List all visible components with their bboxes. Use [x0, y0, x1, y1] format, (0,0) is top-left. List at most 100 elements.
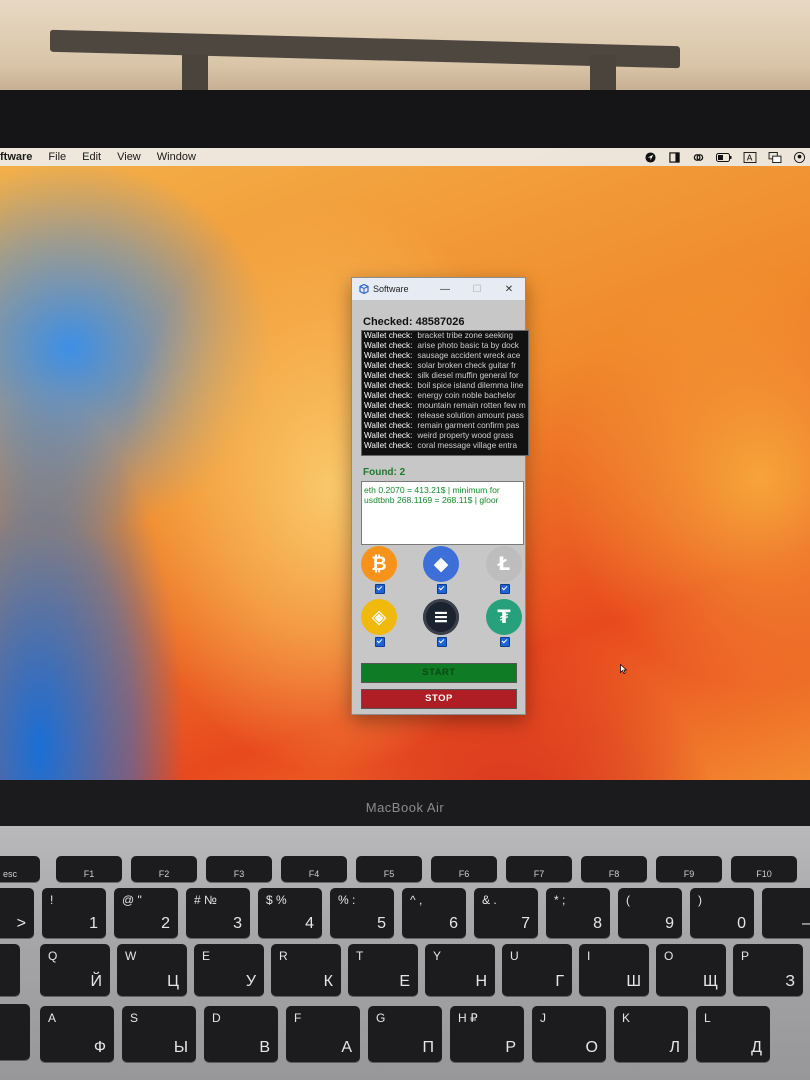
key: EУ — [194, 944, 264, 996]
solana-icon[interactable]: ≡ — [423, 599, 459, 635]
key: LД — [696, 1006, 770, 1062]
key: H ₽ Р — [450, 1006, 524, 1062]
log-row-value: arise photo basic ta by dock — [417, 341, 519, 350]
log-row: Wallet check: weird property wood grass — [362, 431, 528, 441]
tether-checkbox[interactable] — [500, 637, 510, 647]
key: <> — [0, 888, 34, 938]
key: OЩ — [656, 944, 726, 996]
found-results-box[interactable]: eth 0.2070 = 413.21$ | minimum for usdtb… — [361, 481, 524, 545]
log-row: Wallet check: bracket tribe zone seeking — [362, 331, 528, 341]
bnb-icon[interactable]: ◈ — [361, 599, 397, 635]
function-key: F9 — [656, 856, 722, 882]
log-row: Wallet check: coral message village entra — [362, 441, 528, 451]
log-row-label: Wallet check: — [364, 421, 413, 430]
device-brand: MacBook Air — [365, 800, 445, 815]
key: * ; 8 — [546, 888, 610, 938]
ethereum-icon[interactable]: ◆ — [423, 546, 459, 582]
log-row-label: Wallet check: — [364, 391, 413, 400]
log-row-value: remain garment confirm pas — [417, 421, 520, 430]
tether-icon[interactable]: ₮ — [486, 599, 522, 635]
log-row: Wallet check: solar broken check guitar f… — [362, 361, 528, 371]
litecoin-checkbox[interactable] — [500, 584, 510, 594]
keyboard-input-icon[interactable]: A — [743, 151, 757, 163]
key: QЙ — [40, 944, 110, 996]
function-key: F2 — [131, 856, 197, 882]
mouse-pointer-icon — [620, 664, 627, 674]
window-title: Software — [373, 284, 409, 294]
log-row-label: Wallet check: — [364, 381, 413, 390]
log-row-label: Wallet check: — [364, 331, 413, 340]
key: ! 1 — [42, 888, 106, 938]
log-row-label: Wallet check: — [364, 341, 413, 350]
bitcoin-icon[interactable]: ₿ — [361, 546, 397, 582]
caps-key — [0, 1004, 30, 1060]
key: # № 3 — [186, 888, 250, 938]
window-titlebar[interactable]: Software — ☐ ✕ — [352, 278, 525, 300]
macos-menu-bar: ftware File Edit View Window A — [0, 148, 810, 166]
window-controls: — ☐ ✕ — [429, 284, 525, 295]
start-button[interactable]: START — [361, 663, 517, 683]
key: ) 0 — [690, 888, 754, 938]
log-row: Wallet check: remain garment confirm pas — [362, 421, 528, 431]
key: @ " 2 — [114, 888, 178, 938]
key: DВ — [204, 1006, 278, 1062]
key: TЕ — [348, 944, 418, 996]
ethereum-checkbox[interactable] — [437, 584, 447, 594]
maximize-button[interactable]: ☐ — [461, 284, 493, 295]
close-button[interactable]: ✕ — [493, 284, 525, 295]
log-row-value: silk diesel muffin general for — [417, 371, 519, 380]
solana-checkbox[interactable] — [437, 637, 447, 647]
function-key: F10 — [731, 856, 797, 882]
log-row-value: bracket tribe zone seeking — [417, 331, 513, 340]
bnb-checkbox[interactable] — [375, 637, 385, 647]
log-row-value: weird property wood grass — [417, 431, 514, 440]
user-icon[interactable] — [793, 151, 806, 163]
wallet-check-log[interactable]: Wallet check: bracket tribe zone seeking W… — [361, 330, 529, 456]
key: IШ — [579, 944, 649, 996]
key: KЛ — [614, 1006, 688, 1062]
lamp — [50, 29, 680, 69]
key: — — [762, 888, 810, 938]
battery-icon[interactable] — [716, 152, 732, 163]
app-icon — [359, 284, 369, 294]
log-row-value: coral message village entra — [417, 441, 518, 450]
function-key: F8 — [581, 856, 647, 882]
menu-edit[interactable]: Edit — [82, 151, 101, 163]
log-row-value: energy coin noble bachelor — [417, 391, 516, 400]
window-icon[interactable] — [668, 151, 681, 163]
key: (9 — [618, 888, 682, 938]
navigation-icon[interactable] — [644, 151, 657, 163]
keyboard-deck: esc F1 F2 F3 F4 F5 F6 F7 F8 F9 F10 <>!1@ "2# №3$ %4… — [0, 826, 810, 1080]
key: PЗ — [733, 944, 803, 996]
creative-cloud-icon[interactable] — [692, 152, 705, 163]
menu-view[interactable]: View — [117, 151, 141, 163]
log-row-label: Wallet check: — [364, 351, 413, 360]
minimize-button[interactable]: — — [429, 284, 461, 295]
log-row-label: Wallet check: — [364, 411, 413, 420]
found-result-row: eth 0.2070 = 413.21$ | minimum for — [364, 485, 500, 495]
log-row: Wallet check: boil spice island dilemma l… — [362, 381, 528, 391]
log-row: Wallet check: arise photo basic ta by doc… — [362, 341, 528, 351]
log-row-label: Wallet check: — [364, 361, 413, 370]
stop-button[interactable]: STOP — [361, 689, 517, 709]
key: RК — [271, 944, 341, 996]
log-row: Wallet check: silk diesel muffin general … — [362, 371, 528, 381]
menu-app-name[interactable]: ftware — [0, 151, 32, 163]
function-key: F3 — [206, 856, 272, 882]
log-row-value: mountain remain rotten few m — [417, 401, 526, 410]
menu-window[interactable]: Window — [157, 151, 196, 163]
bitcoin-checkbox[interactable] — [375, 584, 385, 594]
desktop-screen: ftware File Edit View Window A Software … — [0, 148, 810, 780]
log-row: Wallet check: energy coin noble bachelor — [362, 391, 528, 401]
litecoin-icon[interactable]: Ł — [486, 546, 522, 582]
menu-bar-status-icons: A — [644, 151, 806, 163]
key: SЫ — [122, 1006, 196, 1062]
tab-key — [0, 944, 20, 996]
software-window: Software — ☐ ✕ Checked: 48587026 Wallet … — [351, 277, 529, 715]
key: & .7 — [474, 888, 538, 938]
found-result-row: usdtbnb 268.1169 = 268.11$ | gloor — [364, 495, 499, 505]
screen-mirroring-icon[interactable] — [768, 151, 782, 163]
function-key: F1 — [56, 856, 122, 882]
log-row-value: release solution amount pass — [417, 411, 524, 420]
menu-file[interactable]: File — [48, 151, 66, 163]
